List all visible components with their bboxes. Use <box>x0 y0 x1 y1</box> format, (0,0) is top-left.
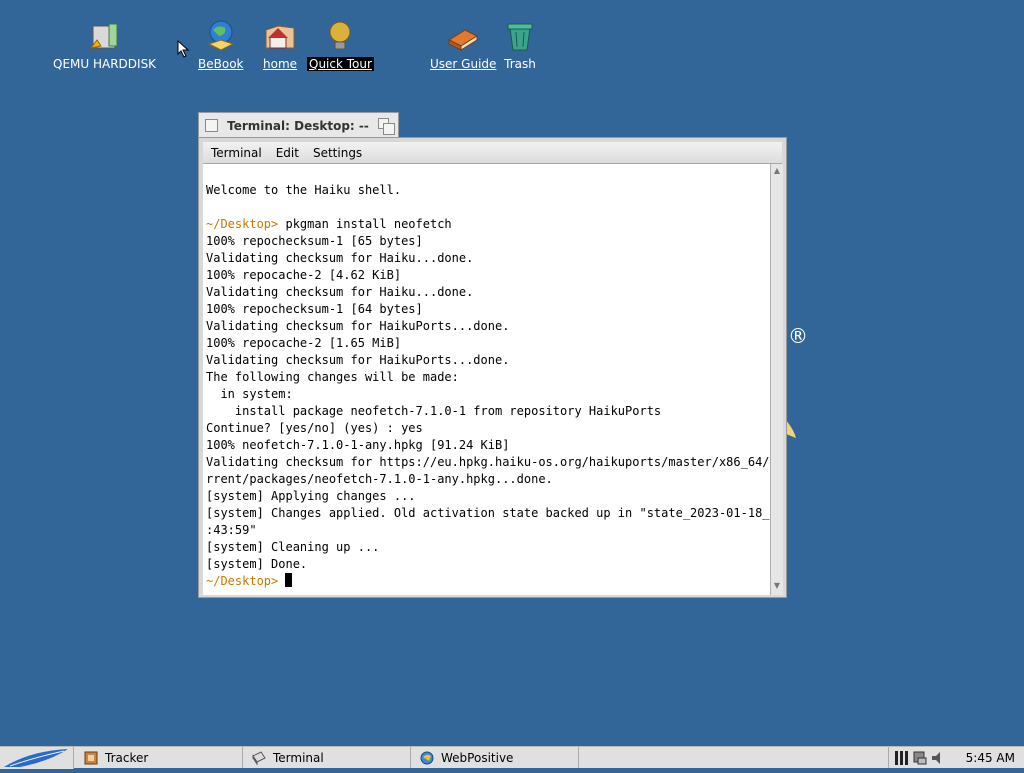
window-tab[interactable]: Terminal: Desktop: -- <box>198 112 399 138</box>
terminal-output-line: [system] Done. <box>206 557 308 571</box>
task-label: WebPositive <box>441 750 514 765</box>
shell-prompt: ~/Desktop> <box>206 217 279 231</box>
terminal-output-line: The following changes will be made: <box>206 370 459 384</box>
background-logo-fragment <box>786 420 796 440</box>
terminal-window: Terminal Edit Settings Welcome to the Ha… <box>198 137 787 598</box>
task-label: Tracker <box>105 750 149 765</box>
desktop-icon-label: Quick Tour <box>307 57 374 71</box>
harddisk-icon <box>89 23 118 49</box>
terminal-output-line: 100% repochecksum-1 [65 bytes] <box>206 234 423 248</box>
network-icon[interactable] <box>912 750 928 766</box>
terminal-output-line: 100% repocache-2 [1.65 MiB] <box>206 336 402 350</box>
desktop-icon-bebook[interactable]: BeBook <box>196 18 245 71</box>
desktop-icon-label: BeBook <box>198 57 244 71</box>
leaf-menu-button[interactable] <box>0 747 74 769</box>
terminal-input-line[interactable]: ~/Desktop> <box>206 573 770 590</box>
terminal-output-line: rrent/packages/neofetch-7.1.0-1-any.hpkg… <box>206 472 553 486</box>
registered-mark: ® <box>788 324 808 348</box>
mouse-pointer <box>175 39 191 58</box>
desktop-icon-harddisk[interactable]: QEMU HARDDISK <box>51 18 158 71</box>
system-tray: 5:45 AM <box>888 747 1024 768</box>
terminal-output-line: [system] Changes applied. Old activation… <box>206 506 770 520</box>
terminal-output-line: Validating checksum for Haiku...done. <box>206 251 474 265</box>
terminal-output-line: Validating checksum for HaikuPorts...don… <box>206 319 510 333</box>
terminal-output-line: [system] Cleaning up ... <box>206 540 380 554</box>
terminal-output-line: install package neofetch-7.1.0-1 from re… <box>206 404 662 418</box>
window-title: Terminal: Desktop: -- <box>227 118 369 133</box>
lightbulb-icon <box>329 21 351 50</box>
terminal-output-line: 100% repochecksum-1 [64 bytes] <box>206 302 423 316</box>
desktop-icon-user-guide[interactable]: User Guide <box>428 18 498 71</box>
scroll-up-arrow-icon[interactable]: ▲ <box>772 165 782 177</box>
terminal-output-line: in system: <box>206 387 293 401</box>
clock[interactable]: 5:45 AM <box>966 751 1015 765</box>
book-icon <box>448 29 479 51</box>
cpu-monitor-icon[interactable] <box>895 750 909 766</box>
task-terminal[interactable]: Terminal <box>243 747 411 768</box>
shell-prompt: ~/Desktop> <box>206 574 286 588</box>
terminal-welcome-line: Welcome to the Haiku shell. <box>206 183 402 197</box>
terminal-output-line: 100% repocache-2 [4.62 KiB] <box>206 268 402 282</box>
terminal-output-line: :43:59" <box>206 523 257 537</box>
webpositive-icon <box>420 751 434 764</box>
scroll-down-arrow-icon[interactable]: ▼ <box>772 580 782 592</box>
task-tracker[interactable]: Tracker <box>75 747 243 768</box>
desktop-icon-home[interactable]: home <box>261 18 299 71</box>
terminal-output-line: Continue? [yes/no] (yes) : yes <box>206 421 423 435</box>
desktop-icon-label: User Guide <box>430 57 497 71</box>
task-webpositive[interactable]: WebPositive <box>411 747 579 768</box>
terminal-icon <box>252 750 266 766</box>
text-cursor <box>285 573 293 587</box>
terminal-output-line: [system] Applying changes ... <box>206 489 416 503</box>
terminal-output-line: 100% neofetch-7.1.0-1-any.hpkg [91.24 Ki… <box>206 438 510 452</box>
terminal-output[interactable]: Welcome to the Haiku shell. ~/Desktop> p… <box>203 164 770 595</box>
menu-bar: Terminal Edit Settings <box>203 142 782 164</box>
vertical-scrollbar[interactable]: ▲ ▼ <box>770 164 783 595</box>
haiku-leaf-icon <box>4 749 68 767</box>
desktop-icon-label: home <box>263 57 298 71</box>
desktop-icon-label: Trash <box>504 57 536 71</box>
task-label: Terminal <box>273 750 324 765</box>
trash-icon <box>507 23 533 51</box>
desktop-icon-label: QEMU HARDDISK <box>53 57 157 71</box>
desktop-icon-quick-tour[interactable]: Quick Tour <box>307 18 374 71</box>
desktop-icon-trash[interactable]: Trash <box>502 18 538 71</box>
command-text: pkgman install neofetch <box>278 217 452 231</box>
menu-settings[interactable]: Settings <box>306 146 369 160</box>
tracker-icon <box>84 751 98 764</box>
terminal-output-line: Validating checksum for https://eu.hpkg.… <box>206 455 770 469</box>
volume-icon[interactable] <box>930 750 946 766</box>
home-folder-icon <box>265 25 295 49</box>
bebook-icon <box>207 20 235 51</box>
terminal-output-line: Validating checksum for Haiku...done. <box>206 285 474 299</box>
deskbar: Tracker Terminal WebPositive 5:45 AM <box>0 746 1024 769</box>
terminal-output-line: Validating checksum for HaikuPorts...don… <box>206 353 510 367</box>
menu-edit[interactable]: Edit <box>269 146 306 160</box>
menu-terminal[interactable]: Terminal <box>203 146 269 160</box>
terminal-command-line: ~/Desktop> pkgman install neofetch <box>206 216 770 233</box>
window-zoom-button[interactable] <box>378 117 395 135</box>
window-close-button[interactable] <box>205 119 218 132</box>
